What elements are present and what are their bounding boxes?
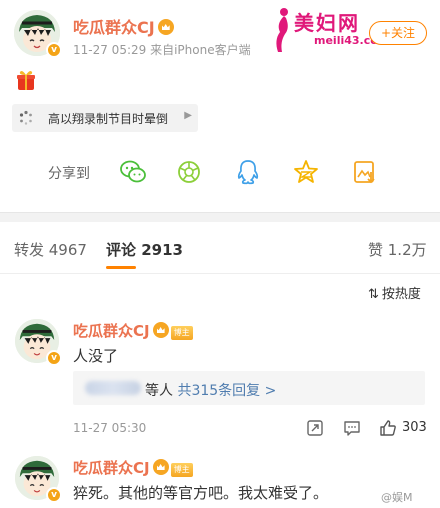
loading-dots-icon bbox=[19, 110, 32, 125]
watermark-title: 美妇网 bbox=[294, 11, 360, 35]
follow-button[interactable]: +关注 bbox=[369, 21, 427, 45]
reply-summary[interactable]: 等人 共315条回复 > bbox=[73, 371, 425, 405]
tab-reposts[interactable]: 转发 4967 bbox=[14, 239, 87, 260]
topic-label: 高以翔录制节目时晕倒 bbox=[48, 112, 169, 126]
share-icon[interactable] bbox=[306, 419, 324, 437]
verified-badge-icon: v bbox=[46, 350, 62, 366]
qzone-icon[interactable] bbox=[292, 158, 320, 186]
chevron-right-icon: ▶ bbox=[184, 110, 192, 121]
topic-link[interactable]: 高以翔录制节目时晕倒 ▶ bbox=[12, 104, 198, 132]
vip-crown-icon bbox=[157, 19, 174, 35]
comment-text: 猝死。其他的等官方吧。我太难受了。 bbox=[73, 484, 329, 502]
reply-prefix: 等人 bbox=[145, 383, 173, 399]
tab-likes[interactable]: 赞 1.2万 bbox=[368, 239, 427, 260]
author-badge: 博主 bbox=[170, 326, 193, 340]
view-replies-link[interactable]: 共315条回复 > bbox=[177, 383, 276, 399]
lady-silhouette-icon bbox=[276, 8, 288, 52]
post-author-name[interactable]: 吃瓜群众CJ bbox=[73, 14, 174, 38]
tab-comments[interactable]: 评论 2913 bbox=[106, 239, 183, 260]
active-tab-indicator bbox=[106, 266, 136, 269]
comment-time: 11-27 05:30 bbox=[73, 421, 147, 435]
author-badge: 博主 bbox=[170, 463, 193, 477]
share-label: 分享到 bbox=[48, 166, 90, 182]
verified-badge-icon: v bbox=[46, 42, 62, 58]
wechat-icon[interactable] bbox=[119, 158, 147, 186]
comment-icon[interactable] bbox=[343, 419, 361, 437]
sort-button[interactable]: ⇅ 按热度 bbox=[368, 283, 421, 302]
gift-icon bbox=[17, 71, 35, 90]
comment-author-name[interactable]: 吃瓜群众CJ 博主 bbox=[73, 320, 193, 341]
verified-badge-icon: v bbox=[46, 487, 62, 503]
vip-crown-icon bbox=[152, 322, 169, 338]
like-count: 303 bbox=[402, 420, 427, 435]
comment-text: 人没了 bbox=[73, 347, 119, 365]
tabs-divider bbox=[0, 273, 440, 274]
vip-crown-icon bbox=[152, 459, 169, 475]
qq-icon[interactable] bbox=[234, 158, 262, 186]
comment-author-name[interactable]: 吃瓜群众CJ 博主 bbox=[73, 457, 193, 478]
section-divider bbox=[0, 212, 440, 222]
like-icon[interactable] bbox=[379, 419, 397, 437]
moments-icon[interactable] bbox=[175, 158, 203, 186]
sort-label: 按热度 bbox=[381, 287, 421, 302]
save-image-icon[interactable] bbox=[351, 158, 379, 186]
sort-icon: ⇅ bbox=[368, 287, 379, 302]
post-meta: 11-27 05:29 来自iPhone客户端 bbox=[73, 43, 251, 57]
weibo-watermark: @娱M bbox=[381, 491, 413, 504]
reply-text: 等人 共315条回复 > bbox=[145, 380, 276, 400]
blurred-username bbox=[85, 381, 141, 395]
